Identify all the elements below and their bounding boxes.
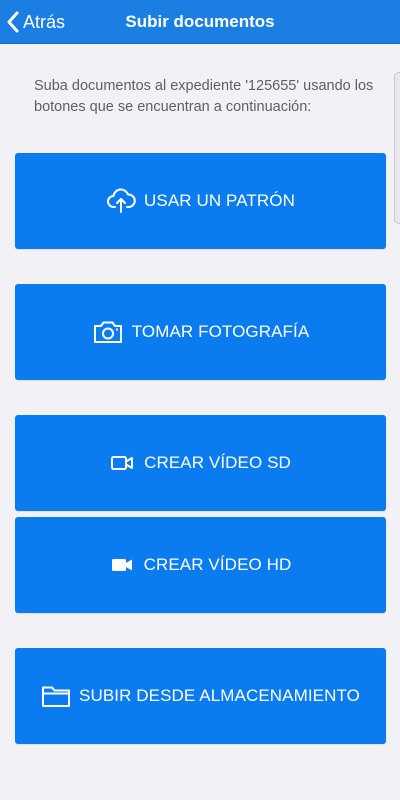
video-outline-icon	[110, 454, 136, 472]
create-video-hd-button[interactable]: CREAR VÍDEO HD	[15, 517, 386, 613]
instructions-text: Suba documentos al expediente '125655' u…	[34, 78, 374, 115]
take-photo-label: TOMAR FOTOGRAFÍA	[131, 322, 310, 341]
camera-icon	[92, 319, 124, 345]
page-title: Subir documentos	[125, 12, 275, 31]
use-template-button[interactable]: USAR UN PATRÓN	[15, 153, 386, 249]
side-handle	[394, 72, 400, 224]
upload-from-storage-button[interactable]: SUBIR DESDE ALMACENAMIENTO	[15, 648, 386, 744]
folder-icon	[41, 684, 71, 708]
upload-from-storage-label: SUBIR DESDE ALMACENAMIENTO	[79, 686, 360, 705]
video-filled-icon	[110, 556, 136, 574]
take-photo-button[interactable]: TOMAR FOTOGRAFÍA	[15, 284, 386, 380]
create-video-hd-label: CREAR VÍDEO HD	[143, 555, 292, 574]
create-video-sd-button[interactable]: CREAR VÍDEO SD	[15, 415, 386, 511]
create-video-sd-label: CREAR VÍDEO SD	[144, 453, 291, 472]
cloud-upload-icon	[106, 187, 136, 215]
use-template-label: USAR UN PATRÓN	[144, 191, 295, 210]
app-header: Atrás Subir documentos	[0, 0, 400, 44]
